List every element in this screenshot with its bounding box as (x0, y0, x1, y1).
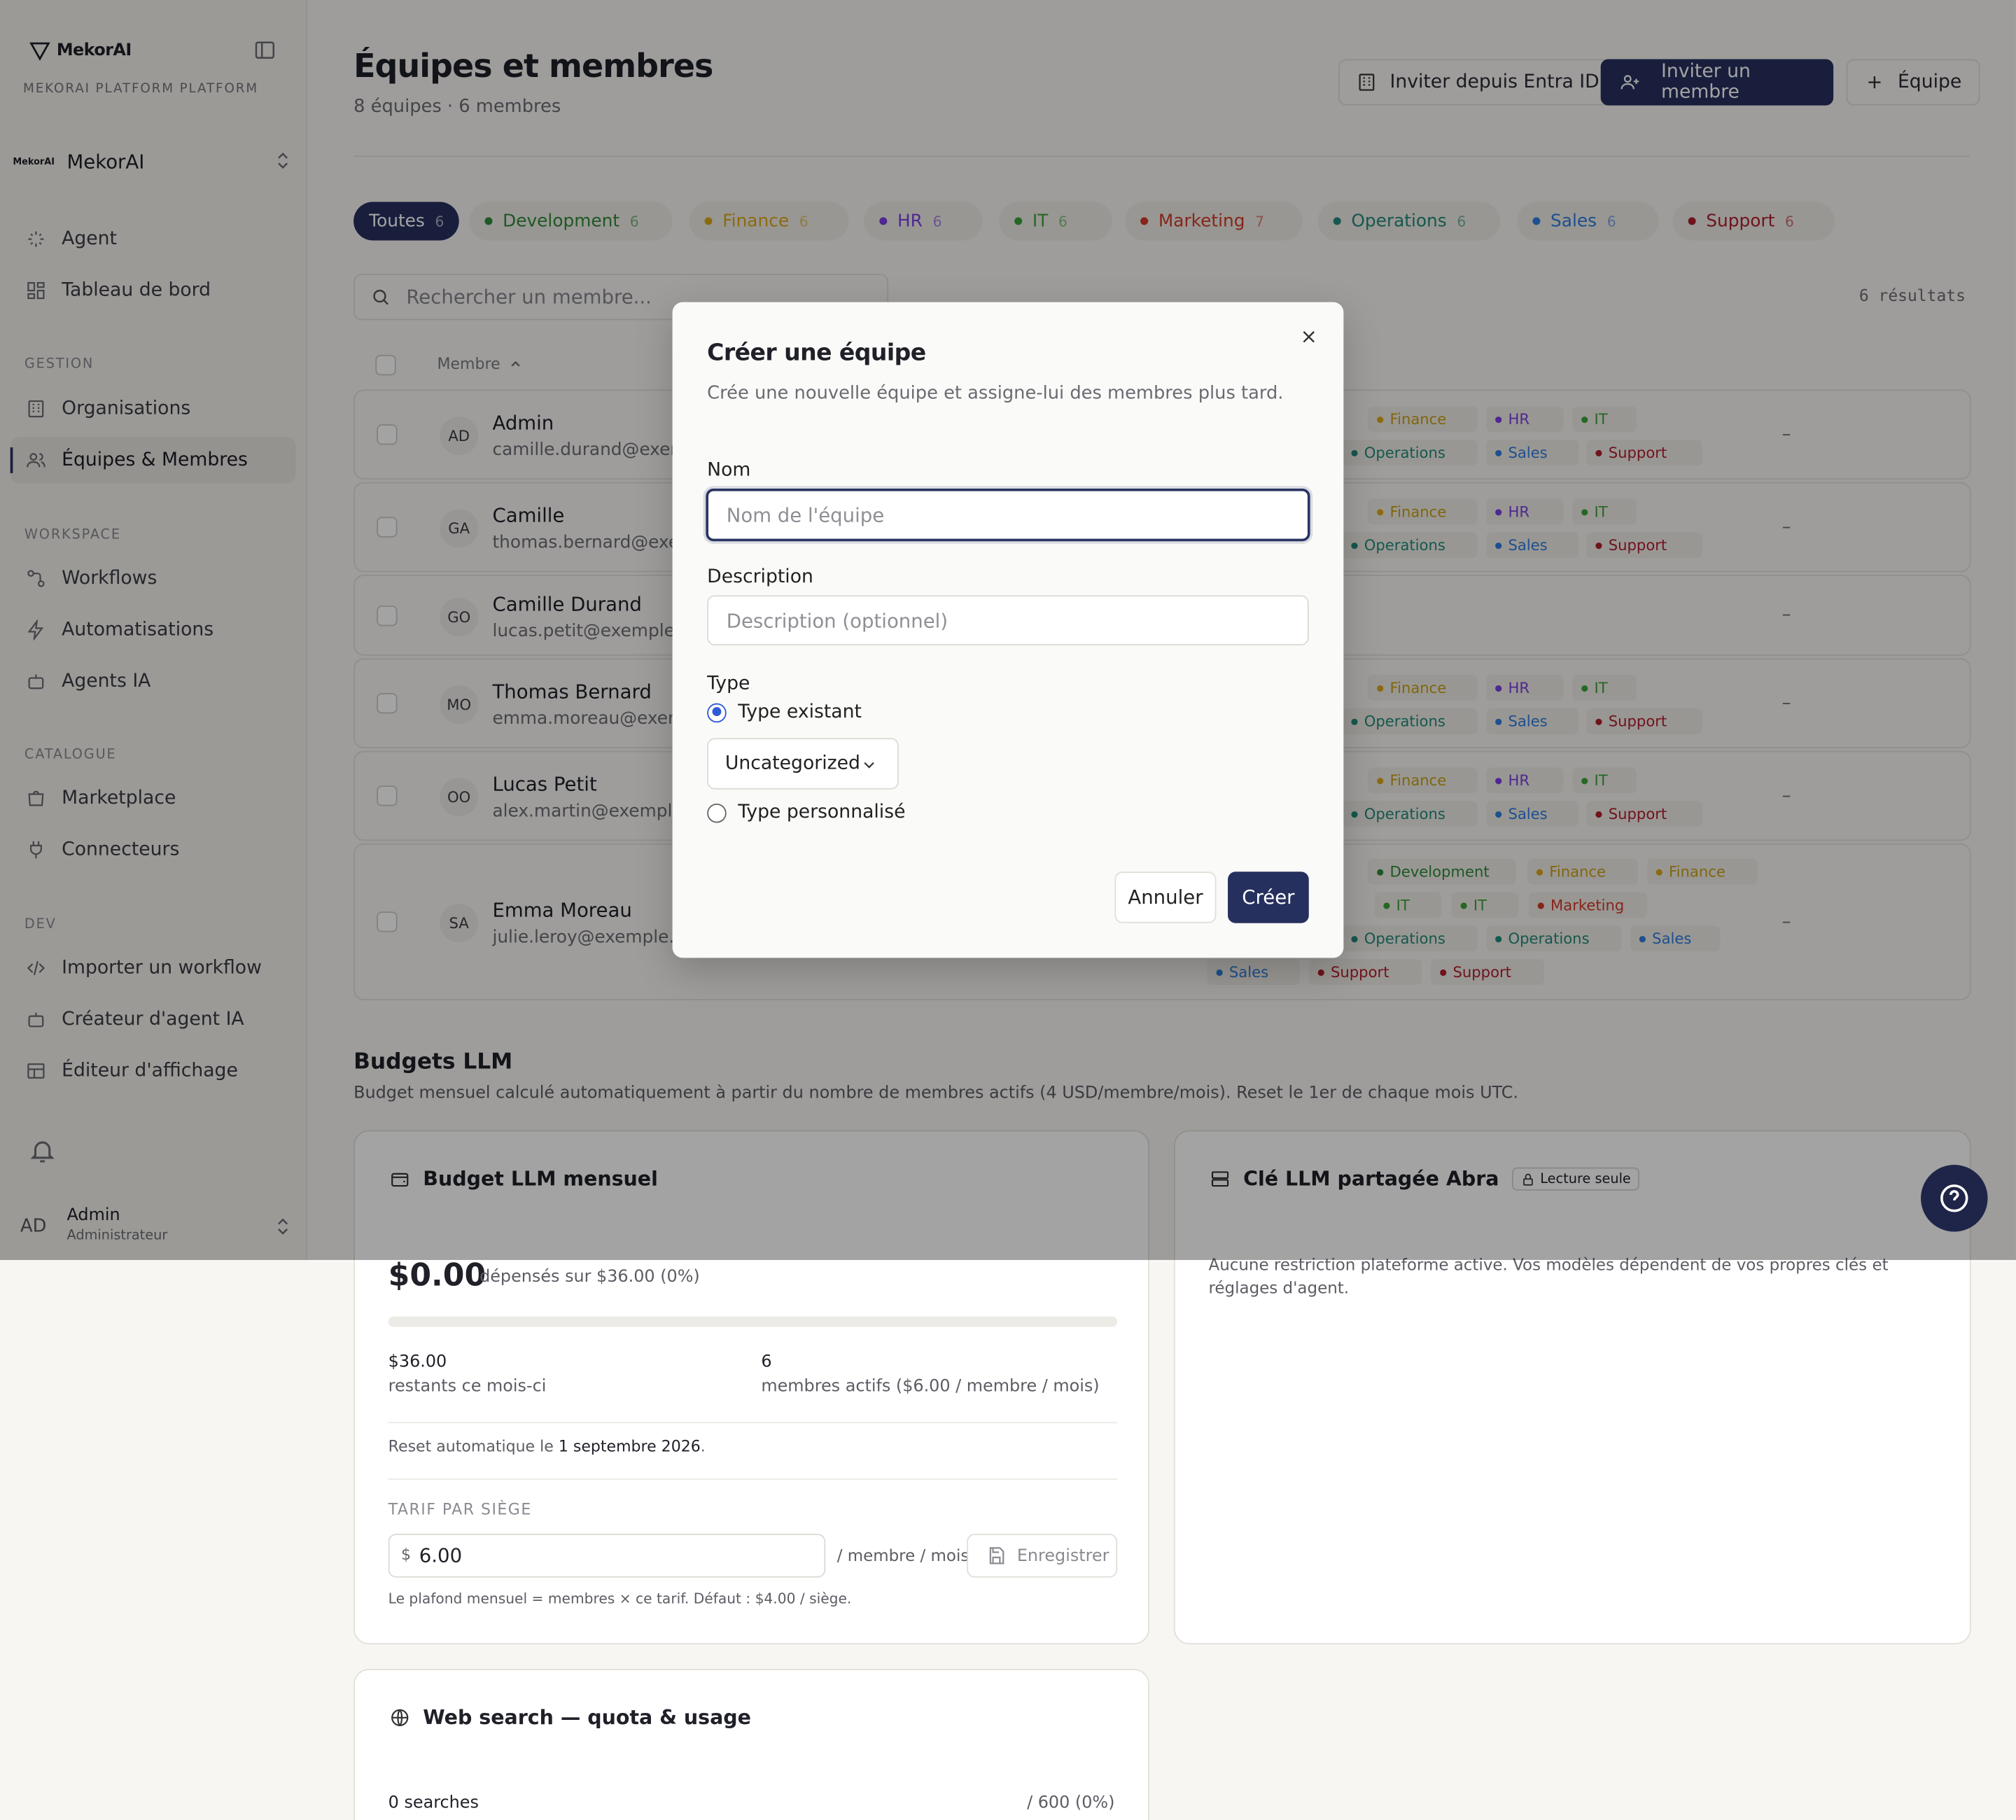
spent-amount: $0.00 (388, 1257, 486, 1294)
seat-price-title: TARIF PAR SIÈGE (388, 1500, 532, 1519)
button-label: Enregistrer (1016, 1546, 1110, 1566)
help-circle-icon (1938, 1182, 1971, 1215)
type-select[interactable]: Uncategorized (707, 738, 899, 790)
close-icon (1298, 327, 1319, 347)
search-quota: / 600 (0%) (1027, 1793, 1115, 1813)
create-team-dialog: Créer une équipe Crée une nouvelle équip… (672, 302, 1344, 958)
seat-unit: / membre / mois (836, 1545, 969, 1565)
save-button[interactable]: Enregistrer (967, 1534, 1118, 1578)
type-existing-radio[interactable]: Type existant (707, 702, 862, 722)
divider (388, 1478, 1118, 1480)
radio-unchecked (707, 803, 727, 822)
select-value: Uncategorized (724, 753, 860, 774)
description-label: Description (707, 566, 813, 588)
radio-label: Type personnalisé (738, 802, 906, 823)
budget-progress (388, 1316, 1118, 1327)
seat-price-value: 6.00 (419, 1544, 463, 1567)
team-name-input[interactable]: Nom de l'équipe (706, 488, 1310, 542)
type-custom-radio[interactable]: Type personnalisé (707, 802, 905, 822)
cancel-button[interactable]: Annuler (1114, 872, 1217, 923)
dialog-description: Crée une nouvelle équipe et assigne-lui … (707, 383, 1284, 404)
name-label: Nom (707, 460, 751, 481)
chevron-down-icon (860, 756, 878, 774)
reset-prefix: Reset automatique le (388, 1437, 559, 1456)
dialog-title: Créer une équipe (707, 339, 926, 367)
reset-suffix: . (700, 1437, 706, 1456)
seat-price-input[interactable]: $ 6.00 (388, 1534, 826, 1578)
spent-of: dépensés sur $36.00 (0%) (479, 1267, 700, 1287)
search-count: 0 searches (388, 1793, 479, 1813)
app-root: MekorAI MEKORAI PLATFORM PLATFORM MekorA… (0, 0, 2016, 1820)
team-description-input[interactable]: Description (optionnel) (707, 595, 1309, 646)
card-title: Web search — quota & usage (390, 1706, 751, 1729)
remaining-value: $36.00 (388, 1352, 447, 1372)
help-button[interactable] (1921, 1165, 1988, 1232)
input-placeholder: Description (optionnel) (726, 608, 948, 632)
members-value: 6 (761, 1352, 772, 1372)
close-button[interactable] (1298, 327, 1319, 347)
reset-date: 1 septembre 2026 (558, 1437, 701, 1456)
create-button[interactable]: Créer (1228, 872, 1309, 923)
card-title-text: Web search — quota & usage (423, 1706, 752, 1730)
input-placeholder: Nom de l'équipe (726, 503, 885, 527)
radio-checked (707, 702, 727, 722)
type-label: Type (707, 673, 750, 694)
remaining-label: restants ce mois-ci (388, 1377, 547, 1396)
shared-key-text: Aucune restriction plateforme active. Vo… (1208, 1254, 1889, 1298)
divider (388, 1422, 1118, 1424)
currency-symbol: $ (401, 1545, 412, 1564)
radio-label: Type existant (738, 701, 862, 723)
save-icon (986, 1546, 1007, 1566)
seat-note: Le plafond mensuel = membres × ce tarif.… (388, 1590, 852, 1607)
reset-info: Reset automatique le 1 septembre 2026. (388, 1437, 706, 1455)
members-label: membres actifs ($6.00 / membre / mois) (761, 1377, 1100, 1396)
web-search-card: Web search — quota & usage 0 searches / … (354, 1669, 1150, 1820)
globe-icon (390, 1707, 410, 1728)
